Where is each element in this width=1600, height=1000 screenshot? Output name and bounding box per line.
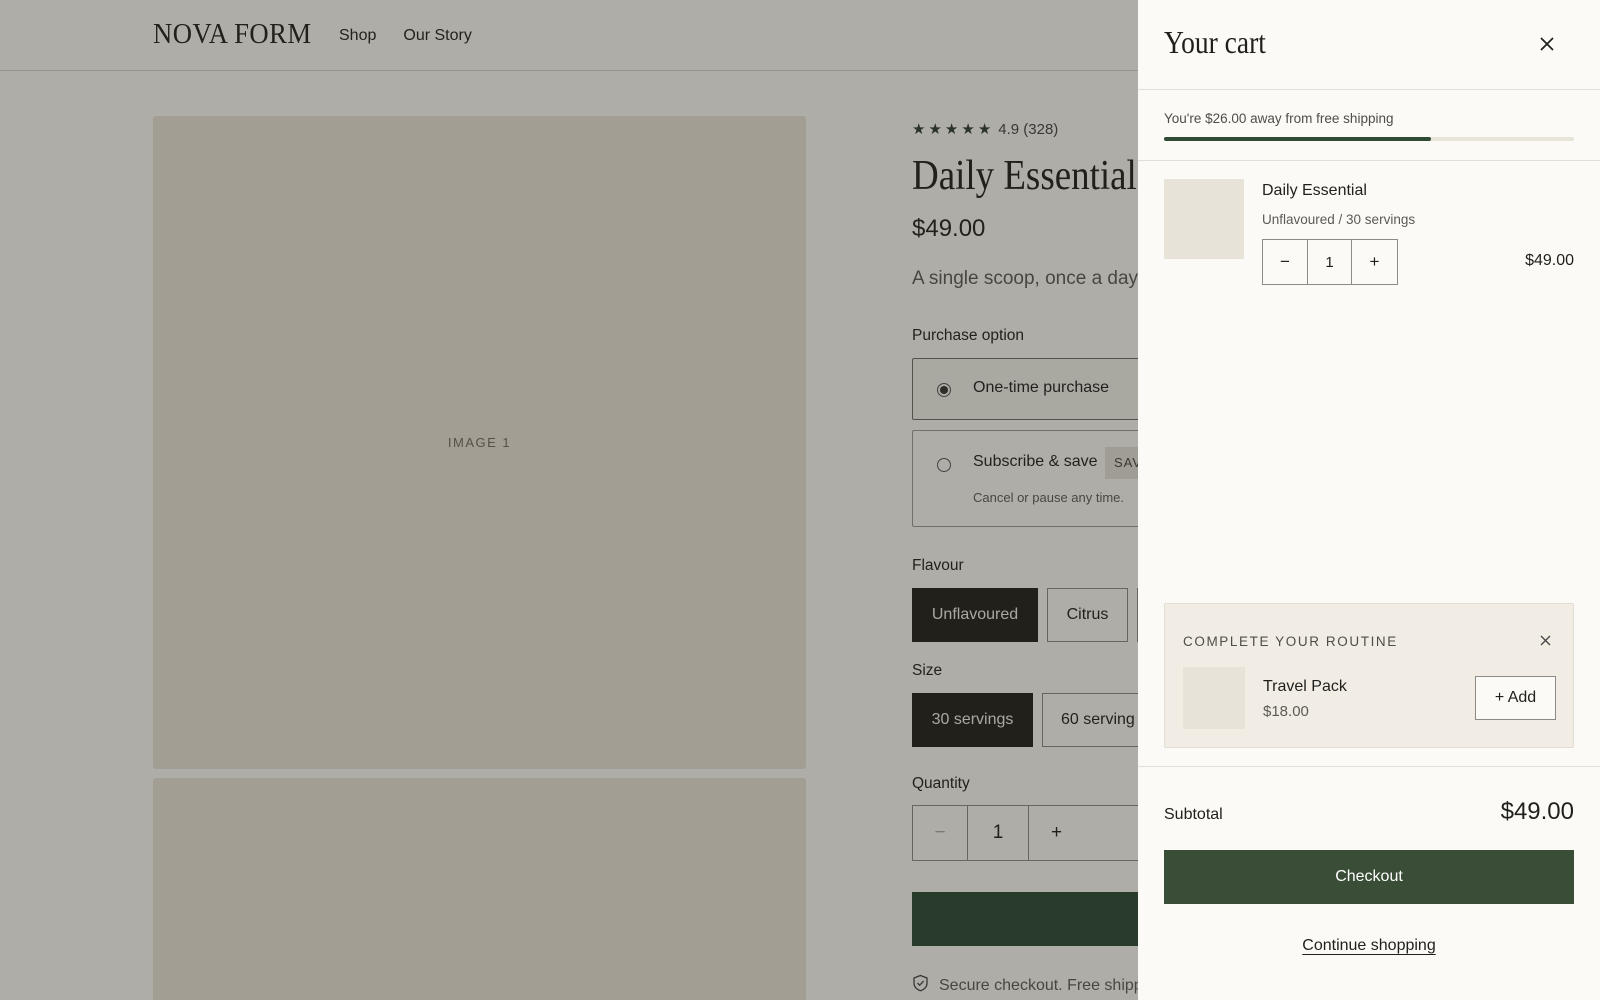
subtotal-label: Subtotal [1164,806,1223,823]
shipping-progress-fill [1164,137,1431,141]
upsell-title: COMPLETE YOUR ROUTINE [1183,634,1398,649]
line-item-variant: Unflavoured / 30 servings [1262,212,1416,227]
continue-shopping-link[interactable]: Continue shopping [1138,937,1600,955]
line-item-price: $49.00 [1525,252,1574,269]
close-icon [1539,36,1555,57]
upsell-price: $18.00 [1263,703,1309,720]
cart-footer: Subtotal $49.00 Checkout Continue shoppi… [1138,766,1600,1000]
subtotal-value: $49.00 [1500,798,1574,825]
close-cart-button[interactable] [1531,30,1563,62]
line-item-thumbnail [1164,179,1244,259]
upsell-thumbnail [1183,667,1245,729]
line-item-quantity[interactable]: 1 [1308,240,1352,284]
line-item-decrease-button[interactable]: − [1263,240,1308,284]
line-item-quantity-stepper: − 1 + [1262,239,1398,285]
cart-line-item: Daily Essential Unflavoured / 30 serving… [1164,179,1574,289]
shipping-progress-bar [1164,137,1574,141]
cart-title: Your cart [1164,24,1266,60]
close-icon [1540,633,1551,651]
free-shipping-progress: You're $26.00 away from free shipping [1138,90,1600,161]
cart-header: Your cart [1138,0,1600,90]
line-item-name[interactable]: Daily Essential [1262,182,1367,200]
cart-drawer: Your cart You're $26.00 away from free s… [1138,0,1600,1000]
dismiss-upsell-button[interactable] [1535,632,1555,652]
add-upsell-button[interactable]: + Add [1475,676,1556,720]
line-item-increase-button[interactable]: + [1352,240,1397,284]
checkout-button[interactable]: Checkout [1164,850,1574,904]
upsell-card: COMPLETE YOUR ROUTINE Travel Pack $18.00… [1164,603,1574,748]
upsell-name: Travel Pack [1263,678,1347,695]
continue-shopping-label: Continue shopping [1302,937,1436,954]
free-shipping-message: You're $26.00 away from free shipping [1164,111,1394,126]
